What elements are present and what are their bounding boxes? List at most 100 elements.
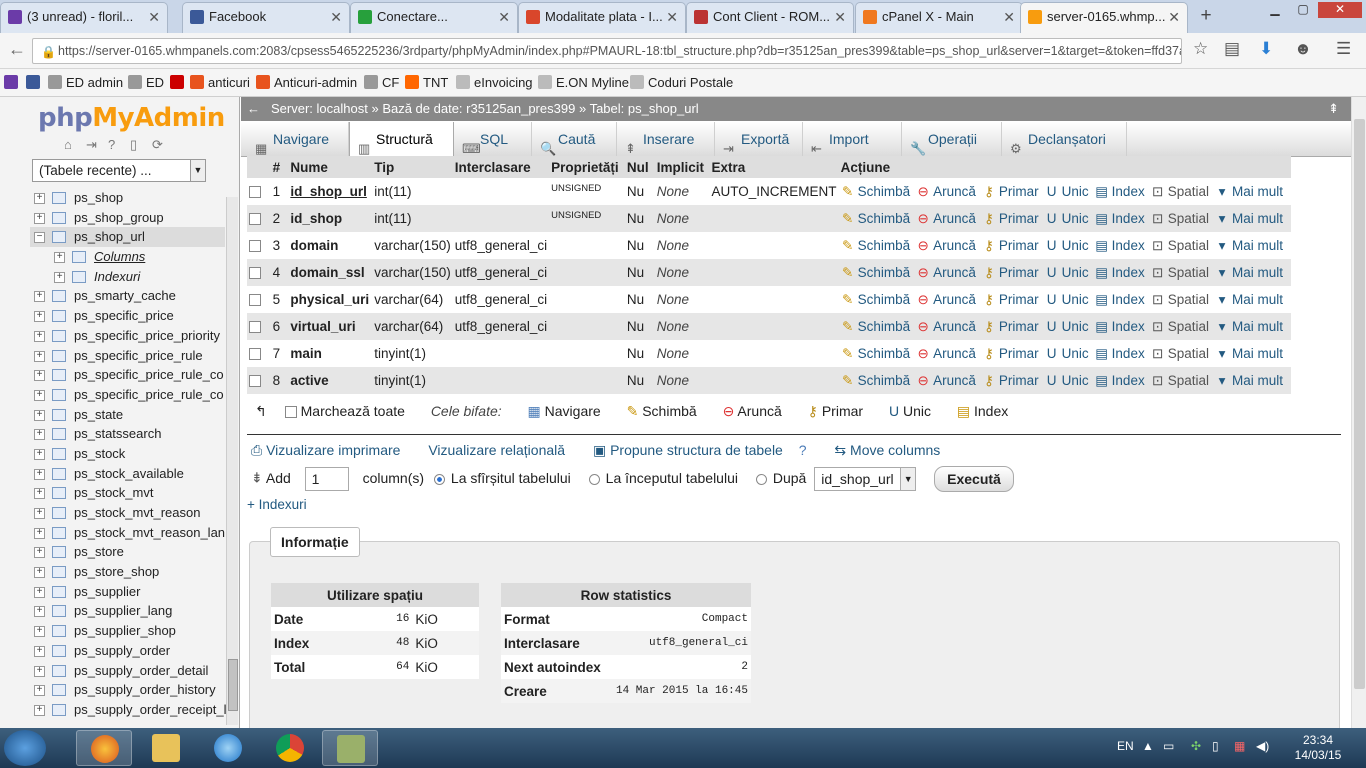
bookmark-item[interactable]: eInvoicing xyxy=(456,75,533,90)
tray-app-icon[interactable]: ▭ xyxy=(1163,739,1174,753)
tab-triggers[interactable]: ⚙ Declanșatori xyxy=(1002,122,1127,157)
navigation-scrollbar[interactable] xyxy=(226,197,238,725)
breadcrumb-database[interactable]: Bază de date: r35125an_pres399 xyxy=(382,101,575,116)
more-action[interactable]: ▾ Mai mult xyxy=(1215,319,1283,334)
bookmark-item[interactable]: ED xyxy=(128,75,164,90)
tree-table-item[interactable]: + ps_stock_mvt_reason_lan xyxy=(30,523,225,543)
primary-action[interactable]: ⚷ Primar xyxy=(982,238,1039,253)
expand-icon[interactable]: + xyxy=(34,330,45,342)
execute-button[interactable]: Execută xyxy=(934,466,1014,492)
add-count-input[interactable]: 1 xyxy=(304,467,349,491)
index-action[interactable]: ▤ Index xyxy=(1095,319,1144,334)
bulk-index-button[interactable]: ▤ Index xyxy=(957,403,1008,420)
recent-tables-select[interactable]: (Tabele recente) ... ▼ xyxy=(32,159,206,182)
calculator-taskbar-button[interactable] xyxy=(322,730,378,766)
tab-close-icon[interactable]: ✕ xyxy=(330,3,342,31)
change-action[interactable]: ✎ Schimbă xyxy=(841,211,910,226)
change-action[interactable]: ✎ Schimbă xyxy=(841,346,910,361)
expand-icon[interactable]: + xyxy=(54,252,65,264)
row-checkbox[interactable] xyxy=(249,213,261,226)
index-action[interactable]: ▤ Index xyxy=(1095,292,1144,307)
tree-table-item[interactable]: + ps_specific_price_rule_co xyxy=(30,365,225,385)
print-view-link[interactable]: ⎙ Vizualizare imprimare xyxy=(251,442,412,458)
spatial-action[interactable]: ⊡ Spatial xyxy=(1151,211,1209,226)
bookmark-item[interactable] xyxy=(170,75,188,90)
star-icon[interactable]: ☆ xyxy=(1193,39,1208,59)
column-name[interactable]: domain_ssl xyxy=(288,259,373,286)
bulk-drop-button[interactable]: ⊖ Aruncă xyxy=(723,403,782,420)
drop-action[interactable]: ⊖ Aruncă xyxy=(916,373,975,388)
propose-structure-link[interactable]: ▣ Propune structura de tabele ? xyxy=(593,442,819,458)
expand-icon[interactable]: + xyxy=(34,547,45,559)
change-action[interactable]: ✎ Schimbă xyxy=(841,373,910,388)
hello-icon[interactable]: ☻ xyxy=(1294,39,1312,59)
primary-action[interactable]: ⚷ Primar xyxy=(982,211,1039,226)
drop-action[interactable]: ⊖ Aruncă xyxy=(916,184,975,199)
expand-icon[interactable]: + xyxy=(34,488,45,500)
spatial-action[interactable]: ⊡ Spatial xyxy=(1151,319,1209,334)
menu-icon[interactable]: ☰ xyxy=(1336,39,1351,59)
tree-child-item[interactable]: + Columns xyxy=(30,247,225,267)
tree-table-item[interactable]: + ps_specific_price_rule xyxy=(30,346,225,366)
tab-table[interactable]: ▦ Navigare xyxy=(247,122,349,157)
tree-child-item[interactable]: + Indexuri xyxy=(30,267,225,287)
expand-icon[interactable]: + xyxy=(34,606,45,618)
new-tab-button[interactable]: + xyxy=(1195,4,1217,28)
bookmark-item[interactable] xyxy=(4,75,22,90)
row-checkbox[interactable] xyxy=(249,375,261,388)
bulk-browse-button[interactable]: ▦ Navigare xyxy=(528,403,601,420)
maximize-button[interactable]: ▢ xyxy=(1290,2,1316,18)
drop-action[interactable]: ⊖ Aruncă xyxy=(916,292,975,307)
bulk-unique-button[interactable]: U Unic xyxy=(889,403,931,419)
phpmyadmin-logo[interactable]: phpMyAdmin xyxy=(38,103,225,133)
language-indicator[interactable]: EN xyxy=(1117,739,1134,753)
chrome-taskbar-button[interactable] xyxy=(262,730,318,766)
browser-tab[interactable]: Conectare... ✕ xyxy=(350,2,518,33)
primary-action[interactable]: ⚷ Primar xyxy=(982,373,1039,388)
tree-table-item[interactable]: + ps_state xyxy=(30,405,225,425)
tree-table-item[interactable]: + ps_specific_price xyxy=(30,306,225,326)
tree-table-item[interactable]: + ps_stock_mvt xyxy=(30,483,225,503)
browser-tab[interactable]: cPanel X - Main ✕ xyxy=(855,2,1023,33)
tray-device-icon[interactable]: ▯ xyxy=(1212,739,1219,753)
tree-table-item[interactable]: + ps_supply_order_detail xyxy=(30,661,225,681)
more-action[interactable]: ▾ Mai mult xyxy=(1215,184,1283,199)
tab-search[interactable]: 🔍 Caută xyxy=(532,122,617,157)
expand-icon[interactable]: + xyxy=(34,389,45,401)
column-name[interactable]: id_shop_url xyxy=(288,178,373,205)
minimize-button[interactable]: ▁ xyxy=(1262,2,1288,18)
logout-icon[interactable]: ⇥ xyxy=(86,137,102,153)
network-icon[interactable]: ▦ xyxy=(1234,739,1245,753)
more-action[interactable]: ▾ Mai mult xyxy=(1215,211,1283,226)
docs-icon[interactable]: ▯ xyxy=(130,137,146,153)
collapse-icon[interactable]: − xyxy=(34,232,45,244)
unique-action[interactable]: U Unic xyxy=(1045,265,1089,280)
row-checkbox[interactable] xyxy=(249,321,261,334)
unique-action[interactable]: U Unic xyxy=(1045,319,1089,334)
tree-table-item[interactable]: + ps_stock xyxy=(30,444,225,464)
bulk-change-button[interactable]: ✎ Schimbă xyxy=(627,403,697,420)
expand-icon[interactable]: + xyxy=(34,704,45,716)
unique-action[interactable]: U Unic xyxy=(1045,211,1089,226)
tab-insert[interactable]: ⇞ Inserare xyxy=(617,122,715,157)
expand-icon[interactable]: + xyxy=(34,685,45,697)
browser-tab[interactable]: Modalitate plata - I... ✕ xyxy=(518,2,686,33)
tree-table-item[interactable]: + ps_stock_available xyxy=(30,464,225,484)
expand-icon[interactable]: + xyxy=(34,468,45,480)
expand-icon[interactable]: + xyxy=(54,271,65,283)
index-action[interactable]: ▤ Index xyxy=(1095,184,1144,199)
index-action[interactable]: ▤ Index xyxy=(1095,373,1144,388)
spatial-action[interactable]: ⊡ Spatial xyxy=(1151,292,1209,307)
tab-wrench[interactable]: 🔧 Operații xyxy=(902,122,1002,157)
tree-table-item[interactable]: + ps_stock_mvt_reason xyxy=(30,503,225,523)
tree-table-item[interactable]: + ps_store xyxy=(30,542,225,562)
tab-close-icon[interactable]: ✕ xyxy=(1168,3,1180,31)
expand-icon[interactable]: + xyxy=(34,626,45,638)
tab-close-icon[interactable]: ✕ xyxy=(148,3,160,31)
after-field-select[interactable]: id_shop_url ▼ xyxy=(814,467,917,491)
main-scrollbar[interactable] xyxy=(1351,97,1366,728)
expand-icon[interactable]: + xyxy=(34,193,45,204)
bulk-primary-button[interactable]: ⚷ Primar xyxy=(808,403,863,420)
row-checkbox[interactable] xyxy=(249,267,261,280)
browser-tab[interactable]: Facebook ✕ xyxy=(182,2,350,33)
